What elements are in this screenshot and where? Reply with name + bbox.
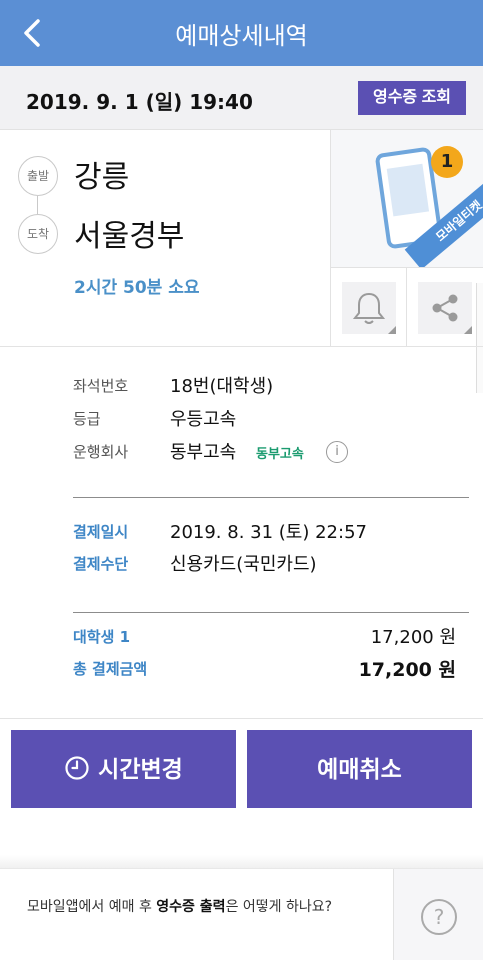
- arrive-city: 서울경부: [74, 219, 185, 254]
- change-time-button[interactable]: 시간변경: [11, 730, 236, 808]
- cancel-reservation-button[interactable]: 예매취소: [247, 730, 472, 808]
- alarm-button[interactable]: [330, 268, 406, 346]
- grade-label: 등급: [73, 410, 101, 428]
- clock-icon: [65, 756, 89, 780]
- receipt-view-button[interactable]: 영수증 조회: [358, 81, 466, 115]
- receipt-faq-banner[interactable]: 모바일앱에서 예매 후 영수증 출력은 어떻게 하나요? ?: [0, 868, 483, 960]
- grade-value: 우등고속: [170, 409, 237, 430]
- payment-date-label: 결제일시: [73, 523, 129, 541]
- question-icon: ?: [421, 899, 457, 935]
- seat-value: 18번(대학생): [170, 376, 274, 397]
- departure-datetime-bar: 2019. 9. 1 (일) 19:40 영수증 조회: [0, 66, 483, 130]
- section-divider: [0, 718, 483, 719]
- fare-item-label: 대학생 1: [73, 628, 131, 646]
- mobile-ticket-button[interactable]: 1 모바일티켓: [330, 130, 483, 268]
- help-button[interactable]: ?: [393, 869, 483, 960]
- depart-label: 출발: [18, 156, 58, 196]
- payment-method-value: 신용카드(국민카드): [170, 554, 317, 575]
- route-connector: [37, 196, 38, 214]
- operator-value: 동부고속: [170, 442, 237, 463]
- ticket-count-badge: 1: [431, 146, 463, 178]
- page-title: 예매상세내역: [175, 22, 308, 50]
- arrive-label: 도착: [18, 214, 58, 254]
- info-divider: [73, 497, 469, 498]
- footer-shadow: [0, 855, 483, 869]
- payment-divider: [73, 612, 469, 613]
- depart-city: 강릉: [74, 160, 130, 195]
- change-time-label: 시간변경: [98, 756, 183, 782]
- faq-text: 모바일앱에서 예매 후 영수증 출력은 어떻게 하나요?: [27, 899, 333, 915]
- share-button[interactable]: [406, 268, 482, 346]
- section-divider: [0, 346, 483, 347]
- side-scroll-strip: [476, 283, 483, 393]
- info-icon[interactable]: i: [326, 441, 348, 463]
- operator-logo: 동부고속: [256, 447, 304, 462]
- fare-item-value: 17,200 원: [370, 627, 456, 648]
- departure-datetime: 2019. 9. 1 (일) 19:40: [26, 90, 253, 114]
- app-header: 예매상세내역: [0, 0, 483, 66]
- payment-date-value: 2019. 8. 31 (토) 22:57: [170, 522, 367, 543]
- seat-label: 좌석번호: [73, 377, 129, 395]
- payment-method-label: 결제수단: [73, 555, 129, 573]
- total-label: 총 결제금액: [73, 660, 148, 678]
- trip-duration: 2시간 50분 소요: [74, 278, 200, 298]
- operator-label: 운행회사: [73, 443, 129, 461]
- total-value: 17,200 원: [358, 659, 456, 681]
